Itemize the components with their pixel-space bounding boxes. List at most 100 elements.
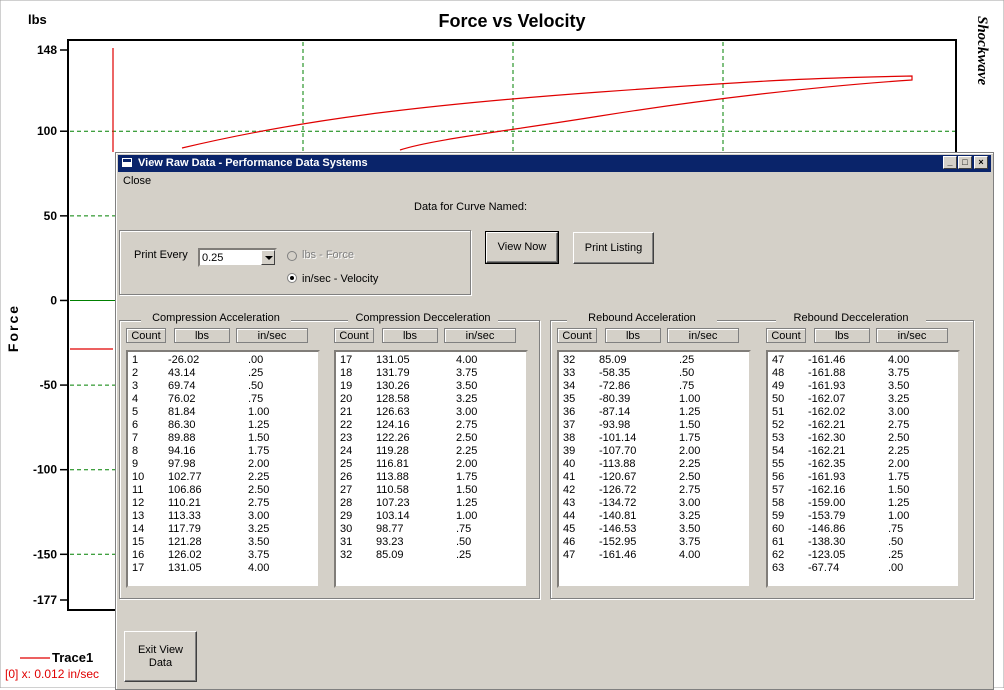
column-header: in/sec bbox=[667, 328, 739, 343]
column-header: in/sec bbox=[876, 328, 948, 343]
window-titlebar[interactable]: View Raw Data - Performance Data Systems… bbox=[118, 155, 991, 172]
row-insec: 1.50 bbox=[679, 419, 701, 431]
row-lbs: 128.58 bbox=[376, 393, 410, 405]
row-insec: 3.00 bbox=[456, 406, 478, 418]
row-lbs: 110.58 bbox=[376, 484, 409, 496]
row-insec: 1.25 bbox=[248, 419, 270, 431]
data-listbox[interactable]: 32 85.09 .25 33 -58.35 .50 34 -72.86 .75 35 -80.39… bbox=[557, 350, 751, 588]
row-insec: 4.00 bbox=[248, 562, 270, 574]
row-lbs: -26.02 bbox=[168, 354, 200, 366]
row-lbs: -162.30 bbox=[808, 432, 846, 444]
row-count: 14 bbox=[132, 523, 145, 535]
column-header: Count bbox=[334, 328, 374, 343]
row-lbs: 106.86 bbox=[168, 484, 202, 496]
row-insec: .00 bbox=[248, 354, 264, 366]
row-lbs: 76.02 bbox=[168, 393, 196, 405]
y-tick-label: -100 bbox=[33, 463, 57, 477]
row-count: 43 bbox=[563, 497, 576, 509]
row-insec: 2.75 bbox=[888, 419, 910, 431]
data-listbox[interactable]: 17 131.05 4.00 18 131.79 3.75 19 130.26 3.50 20 12… bbox=[334, 350, 528, 588]
list-title: Rebound Decceleration bbox=[776, 312, 926, 324]
row-lbs: 119.28 bbox=[376, 445, 409, 457]
row-count: 20 bbox=[340, 393, 353, 405]
row-count: 5 bbox=[132, 406, 139, 418]
y-tick-label: -150 bbox=[33, 547, 57, 561]
row-lbs: 117.79 bbox=[168, 523, 201, 535]
radio-velocity-label: in/sec - Velocity bbox=[302, 273, 379, 285]
row-insec: 2.75 bbox=[248, 497, 270, 509]
close-icon[interactable]: × bbox=[974, 156, 988, 169]
row-count: 11 bbox=[132, 484, 144, 496]
row-lbs: -161.93 bbox=[808, 380, 846, 392]
data-listbox[interactable]: 47 -161.46 4.00 48 -161.88 3.75 49 -161.93 3.50 5… bbox=[766, 350, 960, 588]
row-insec: 2.00 bbox=[456, 458, 478, 470]
row-count: 32 bbox=[340, 549, 353, 561]
row-count: 45 bbox=[563, 523, 576, 535]
row-lbs: 113.88 bbox=[376, 471, 409, 483]
maximize-icon[interactable]: □ bbox=[958, 156, 972, 169]
minimize-icon[interactable]: _ bbox=[943, 156, 957, 169]
row-insec: 1.00 bbox=[679, 393, 701, 405]
row-lbs: -126.72 bbox=[599, 484, 637, 496]
row-insec: .50 bbox=[679, 367, 695, 379]
row-insec: 1.50 bbox=[248, 432, 270, 444]
row-count: 23 bbox=[340, 432, 353, 444]
row-insec: .50 bbox=[456, 536, 472, 548]
y-tick-label: 50 bbox=[44, 209, 58, 223]
row-lbs: 131.05 bbox=[168, 562, 202, 574]
row-lbs: 85.09 bbox=[376, 549, 404, 561]
column-header: lbs bbox=[814, 328, 870, 343]
row-lbs: -162.35 bbox=[808, 458, 846, 470]
row-count: 58 bbox=[772, 497, 785, 509]
row-lbs: 85.09 bbox=[599, 354, 627, 366]
row-count: 27 bbox=[340, 484, 353, 496]
radio-force[interactable] bbox=[287, 251, 297, 261]
y-tick-label: 0 bbox=[50, 293, 57, 307]
row-lbs: 130.26 bbox=[376, 380, 410, 392]
print-listing-button[interactable]: Print Listing bbox=[573, 232, 654, 264]
exit-view-data-button[interactable]: Exit View Data bbox=[124, 631, 197, 682]
chevron-down-icon[interactable] bbox=[261, 250, 275, 265]
row-count: 3 bbox=[132, 380, 139, 392]
row-count: 1 bbox=[132, 354, 139, 366]
row-insec: 2.50 bbox=[888, 432, 910, 444]
row-count: 59 bbox=[772, 510, 785, 522]
row-lbs: 98.77 bbox=[376, 523, 404, 535]
row-count: 17 bbox=[340, 354, 353, 366]
row-lbs: -123.05 bbox=[808, 549, 846, 561]
unit-label: lbs bbox=[28, 12, 47, 27]
row-insec: 4.00 bbox=[679, 549, 701, 561]
row-insec: 1.50 bbox=[456, 484, 478, 496]
row-insec: .75 bbox=[248, 393, 264, 405]
row-lbs: -161.88 bbox=[808, 367, 846, 379]
row-lbs: -159.00 bbox=[808, 497, 846, 509]
row-insec: 1.75 bbox=[456, 471, 478, 483]
row-insec: 1.00 bbox=[456, 510, 478, 522]
row-count: 48 bbox=[772, 367, 785, 379]
row-lbs: -58.35 bbox=[599, 367, 631, 379]
row-insec: 3.75 bbox=[248, 549, 270, 561]
row-lbs: -140.81 bbox=[599, 510, 637, 522]
row-count: 60 bbox=[772, 523, 785, 535]
row-count: 41 bbox=[563, 471, 576, 483]
row-lbs: 81.84 bbox=[168, 406, 196, 418]
menu-close[interactable]: Close bbox=[123, 175, 151, 187]
column-header: lbs bbox=[382, 328, 438, 343]
row-insec: 3.25 bbox=[888, 393, 910, 405]
row-lbs: -161.93 bbox=[808, 471, 846, 483]
row-count: 40 bbox=[563, 458, 576, 470]
view-now-button[interactable]: View Now bbox=[485, 231, 559, 264]
row-insec: 1.25 bbox=[456, 497, 478, 509]
row-insec: 4.00 bbox=[888, 354, 910, 366]
print-every-label: Print Every bbox=[134, 249, 188, 261]
row-insec: 3.75 bbox=[456, 367, 478, 379]
row-count: 9 bbox=[132, 458, 139, 470]
column-header: lbs bbox=[605, 328, 661, 343]
data-listbox[interactable]: 1 -26.02.00 2 43.14.25 3 69.74.50 4 76.02.75 5 81… bbox=[126, 350, 320, 588]
row-lbs: -161.46 bbox=[599, 549, 637, 561]
column-header: Count bbox=[557, 328, 597, 343]
print-every-select[interactable]: 0.25 bbox=[198, 248, 277, 267]
radio-velocity[interactable] bbox=[287, 273, 297, 283]
row-count: 32 bbox=[563, 354, 576, 366]
print-every-value: 0.25 bbox=[202, 252, 224, 264]
